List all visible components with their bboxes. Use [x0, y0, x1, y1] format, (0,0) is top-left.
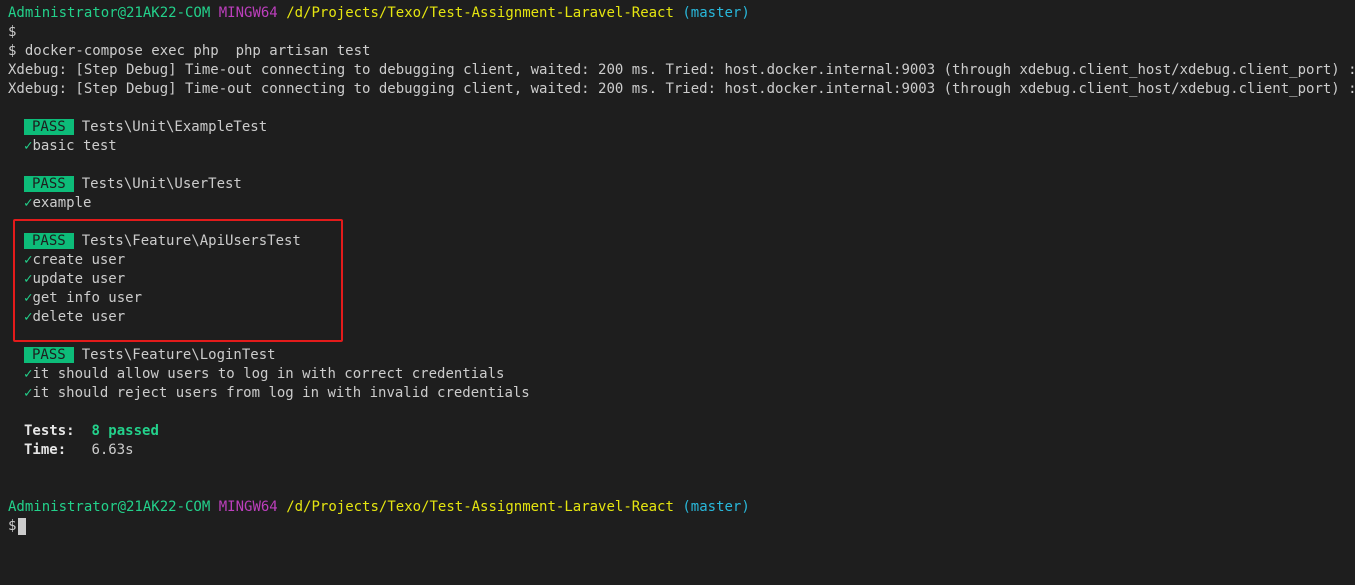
test-case: ✓it should reject users from log in with…: [8, 384, 1355, 403]
time-summary: Time: 6.63s: [8, 441, 1355, 460]
test-case-label: example: [32, 195, 92, 211]
prompt-branch: (master): [682, 5, 750, 21]
prompt-branch: (master): [682, 499, 750, 515]
tests-label: Tests:: [24, 423, 75, 439]
time-value: 6.63s: [91, 442, 134, 458]
test-group-header: PASS Tests\Unit\UserTest: [8, 175, 1355, 194]
test-case-label: basic test: [32, 138, 117, 154]
prompt-user: Administrator@21AK22-COM: [8, 5, 211, 21]
prompt-path: /d/Projects/Texo/Test-Assignment-Laravel…: [286, 5, 674, 21]
test-case: ✓example: [8, 194, 1355, 213]
tests-passed-count: 8 passed: [91, 423, 159, 439]
xdebug-warning: Xdebug: [Step Debug] Time-out connecting…: [8, 62, 1355, 78]
prompt-system: MINGW64: [218, 5, 278, 21]
test-case: ✓it should allow users to log in with co…: [8, 365, 1355, 384]
time-label: Time:: [24, 442, 67, 458]
test-group-header: PASS Tests\Feature\LoginTest: [8, 346, 1355, 365]
pass-badge: PASS: [24, 347, 74, 363]
prompt-line: Administrator@21AK22-COM MINGW64 /d/Proj…: [8, 498, 1355, 517]
pass-badge: PASS: [24, 119, 74, 135]
test-group-header: PASS Tests\Unit\ExampleTest: [8, 118, 1355, 137]
test-case-label: it should reject users from log in with …: [32, 385, 530, 401]
prompt-path: /d/Projects/Texo/Test-Assignment-Laravel…: [286, 499, 674, 515]
test-class-name: Tests\Feature\ApiUsersTest: [81, 233, 301, 249]
test-case-label: delete user: [32, 309, 126, 325]
terminal-output[interactable]: Administrator@21AK22-COM MINGW64 /d/Proj…: [8, 4, 1355, 585]
tests-summary: Tests: 8 passed: [8, 422, 1355, 441]
test-case: ✓get info user: [8, 289, 1355, 308]
test-class-name: Tests\Unit\ExampleTest: [81, 119, 268, 135]
test-case: ✓basic test: [8, 137, 1355, 156]
pass-badge: PASS: [24, 176, 74, 192]
test-case-label: update user: [32, 271, 126, 287]
prompt-symbol: $: [8, 518, 17, 534]
text-cursor[interactable]: [18, 517, 27, 535]
test-case-label: it should allow users to log in with cor…: [32, 366, 505, 382]
test-case: ✓update user: [8, 270, 1355, 289]
pass-badge: PASS: [24, 233, 74, 249]
input-line[interactable]: $: [8, 517, 1355, 536]
test-case-label: create user: [32, 252, 126, 268]
xdebug-warning: Xdebug: [Step Debug] Time-out connecting…: [8, 81, 1355, 97]
prompt-line: Administrator@21AK22-COM MINGW64 /d/Proj…: [8, 4, 1355, 23]
test-case: ✓delete user: [8, 308, 1355, 327]
test-class-name: Tests\Unit\UserTest: [81, 176, 242, 192]
command-line: $ docker-compose exec php php artisan te…: [8, 43, 371, 59]
prompt-user: Administrator@21AK22-COM: [8, 499, 211, 515]
test-class-name: Tests\Feature\LoginTest: [81, 347, 276, 363]
test-case: ✓create user: [8, 251, 1355, 270]
prompt-symbol: $: [8, 24, 17, 40]
test-case-label: get info user: [32, 290, 143, 306]
test-group-header: PASS Tests\Feature\ApiUsersTest: [8, 232, 1355, 251]
prompt-system: MINGW64: [218, 499, 278, 515]
